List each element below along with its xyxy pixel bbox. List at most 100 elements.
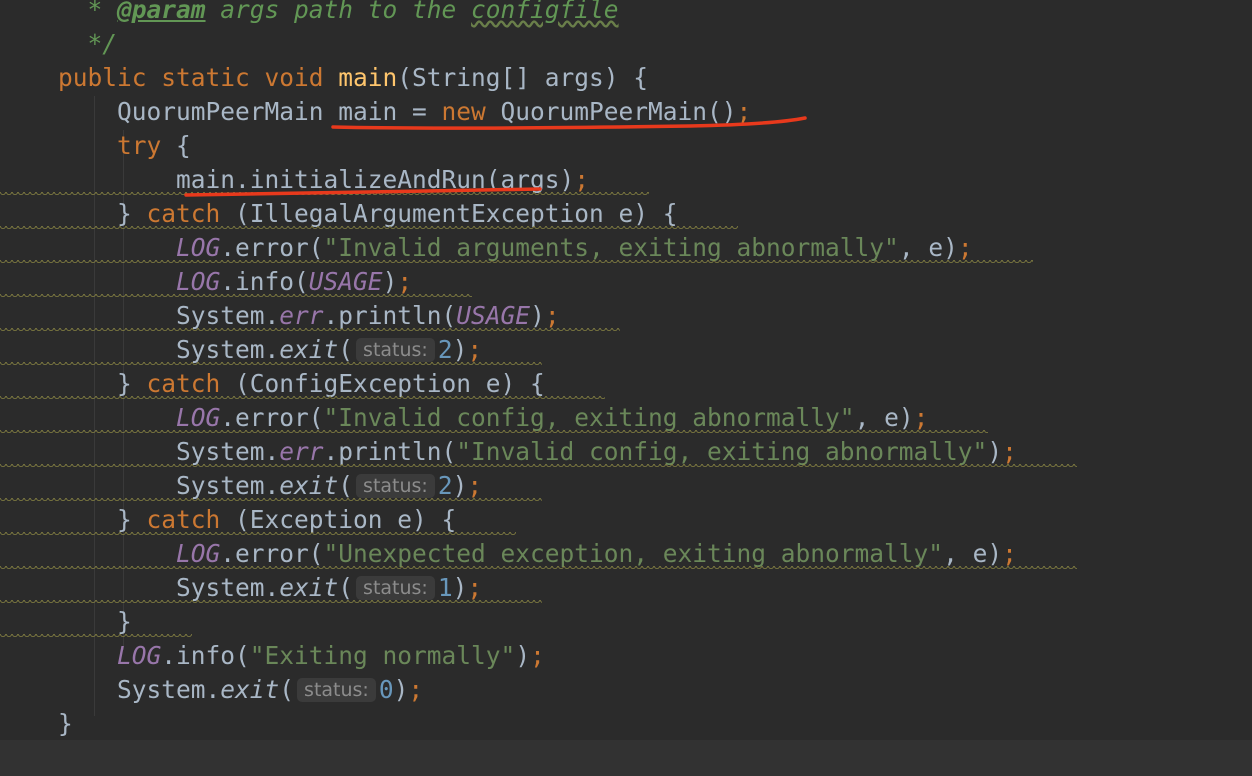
code-line[interactable]: } xyxy=(58,707,73,740)
editor-bottom-strip xyxy=(0,740,1252,776)
code-token: } xyxy=(58,369,147,398)
code-token: .println( xyxy=(323,301,457,330)
code-token: try xyxy=(117,131,162,160)
code-token: @param xyxy=(117,0,206,24)
code-token: .info( xyxy=(161,641,250,670)
code-token: "Unexpected exception, exiting abnormall… xyxy=(323,539,944,568)
code-token: ( xyxy=(338,573,354,602)
code-token: ; xyxy=(530,641,545,670)
code-token: ; xyxy=(467,471,483,500)
code-token: (Exception e) { xyxy=(235,505,457,534)
code-token: ; xyxy=(397,267,413,296)
code-token: LOG xyxy=(176,233,221,262)
code-line[interactable]: try { xyxy=(58,129,191,163)
code-token: configfile xyxy=(471,0,619,24)
code-token: ) xyxy=(515,641,531,670)
code-token: , e) xyxy=(854,403,914,432)
code-token: args path to the xyxy=(205,0,472,24)
code-token: "Invalid config, exiting abnormally" xyxy=(323,403,855,432)
code-token: 1 xyxy=(437,573,453,602)
code-token: ; xyxy=(574,165,590,194)
code-token: (IllegalArgumentException e) { xyxy=(235,199,678,228)
code-token: public static void xyxy=(58,63,339,92)
code-token: ) xyxy=(452,573,468,602)
code-token: USAGE xyxy=(308,267,383,296)
code-token: , e) xyxy=(943,539,1003,568)
code-token: ) xyxy=(530,301,545,330)
code-token: ; xyxy=(1002,539,1017,568)
code-token: LOG xyxy=(176,403,221,432)
code-token: } xyxy=(58,709,73,738)
code-editor[interactable]: * @param args path to the configfile */ p… xyxy=(0,0,1252,740)
code-token: exit xyxy=(220,675,280,704)
code-token: ) xyxy=(452,335,468,364)
code-token: catch xyxy=(146,369,236,398)
code-token: exit xyxy=(279,471,339,500)
code-token: LOG xyxy=(117,641,162,670)
code-token: ; xyxy=(467,573,483,602)
code-token: main xyxy=(338,63,398,92)
code-token: ; xyxy=(544,301,560,330)
code-line[interactable]: System.exit(status: 0); xyxy=(58,673,423,707)
code-token: , e) xyxy=(898,233,958,262)
code-token: ; xyxy=(913,403,929,432)
code-token: System. xyxy=(58,573,280,602)
code-token: LOG xyxy=(176,267,221,296)
code-token: } xyxy=(58,505,147,534)
code-token: main.initializeAndRun(args) xyxy=(58,165,575,194)
code-token: 0 xyxy=(378,675,394,704)
code-token: ) xyxy=(393,675,409,704)
code-token: LOG xyxy=(176,539,221,568)
code-token: err xyxy=(279,437,324,466)
code-token: ; xyxy=(957,233,973,262)
code-token: err xyxy=(279,301,324,330)
code-token: ; xyxy=(736,97,752,126)
code-token: ; xyxy=(1002,437,1017,466)
parameter-hint: status: xyxy=(356,576,435,600)
code-line[interactable]: */ xyxy=(58,27,118,61)
code-token: } xyxy=(58,199,147,228)
code-token: .error( xyxy=(220,403,324,432)
code-token: ) xyxy=(382,267,398,296)
code-token: catch xyxy=(146,505,236,534)
code-token: ( xyxy=(338,471,354,500)
code-line[interactable]: QuorumPeerMain main = new QuorumPeerMain… xyxy=(58,95,751,129)
parameter-hint: status: xyxy=(356,474,435,498)
code-token: System. xyxy=(58,471,280,500)
code-token: ; xyxy=(408,675,424,704)
parameter-hint: status: xyxy=(297,678,376,702)
code-token: QuorumPeerMain() xyxy=(500,97,737,126)
code-token: USAGE xyxy=(456,301,531,330)
code-token: ) xyxy=(987,437,1003,466)
code-token: "Invalid config, exiting abnormally" xyxy=(456,437,988,466)
code-token: ) xyxy=(452,471,468,500)
code-token: 2 xyxy=(437,335,453,364)
code-token: .error( xyxy=(220,539,324,568)
code-token: "Exiting normally" xyxy=(249,641,516,670)
code-line[interactable]: LOG.info("Exiting normally"); xyxy=(58,639,545,673)
code-token: } xyxy=(58,607,132,636)
code-token: .error( xyxy=(220,233,324,262)
code-token: catch xyxy=(146,199,236,228)
code-token: new xyxy=(441,97,501,126)
code-token: QuorumPeerMain main = xyxy=(58,97,442,126)
code-line[interactable]: * @param args path to the configfile xyxy=(58,0,619,27)
code-token: * xyxy=(58,0,118,24)
code-token: System. xyxy=(58,437,280,466)
code-token: System. xyxy=(58,335,280,364)
code-token: (String[] args) { xyxy=(397,63,649,92)
code-token: ( xyxy=(338,335,354,364)
code-token: .info( xyxy=(220,267,309,296)
code-token: ( xyxy=(279,675,295,704)
code-token: .println( xyxy=(323,437,457,466)
code-token: exit xyxy=(279,335,339,364)
code-token: (ConfigException e) { xyxy=(235,369,545,398)
parameter-hint: status: xyxy=(356,338,435,362)
code-line[interactable]: public static void main(String[] args) { xyxy=(58,61,648,95)
code-token: System. xyxy=(58,675,221,704)
